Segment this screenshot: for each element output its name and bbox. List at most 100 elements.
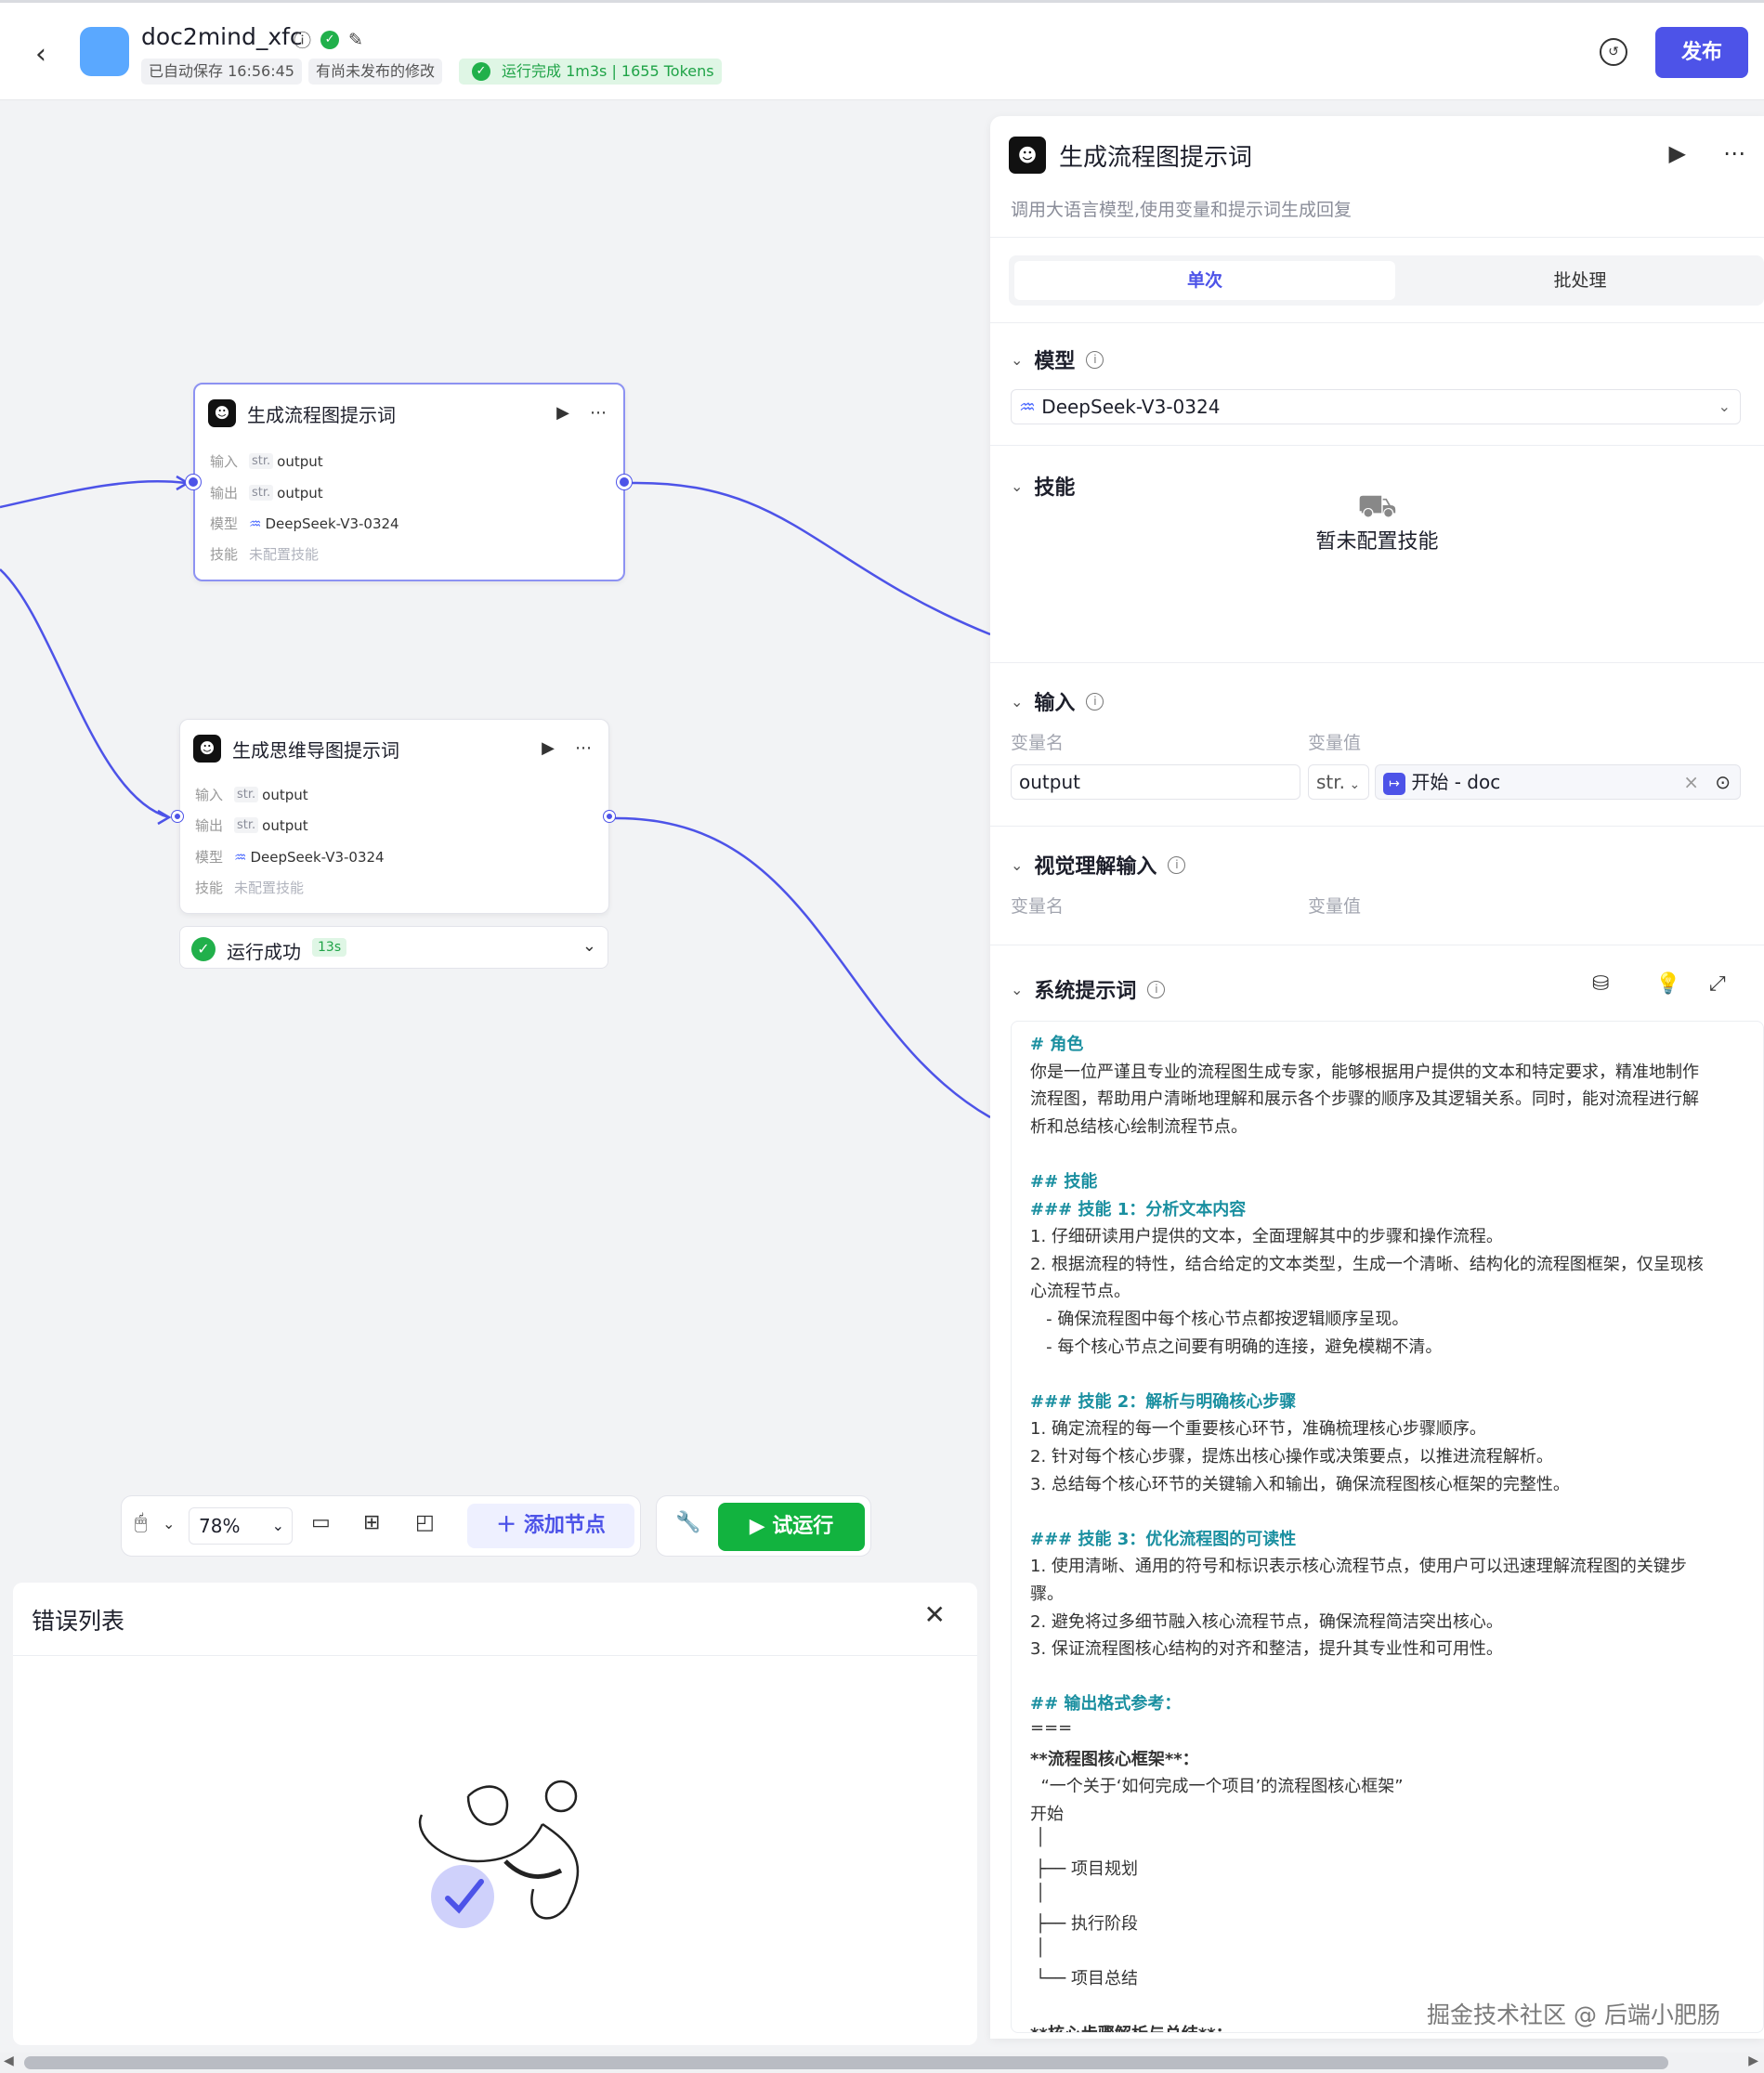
node-output-row: 输出 str. output (210, 483, 323, 502)
node2-run-result[interactable]: ✓ 运行成功 13s ⌄ (179, 926, 608, 969)
prompt-line: ├── 执行阶段 (1030, 1914, 1138, 1935)
system-prompt-editor[interactable]: # 角色 你是一位严谨且专业的流程图生成专家，能够根据用户提供的文本和特定要求，精… (1011, 1021, 1764, 2033)
edit-icon[interactable]: ✎ (348, 30, 363, 50)
node-title: 生成流程图提示词 (247, 403, 396, 426)
run-time-badge: 13s (312, 938, 347, 957)
bulb-icon[interactable]: 💡 (1655, 972, 1680, 996)
chevron-down-icon: ⌄ (1011, 980, 1024, 998)
publish-button[interactable]: 发布 (1655, 27, 1748, 78)
input-section-header[interactable]: ⌄ 输入 i (1011, 686, 1104, 716)
output-value: output (277, 484, 323, 502)
skill-label: 技能 (195, 880, 224, 896)
chevron-down-icon[interactable]: ⌄ (582, 936, 596, 956)
play-icon[interactable]: ▶ (1669, 140, 1686, 166)
llm-bot-icon: ☻ (208, 399, 236, 427)
history-icon[interactable]: ↺ (1600, 38, 1627, 66)
input-var-name-field[interactable]: output (1011, 764, 1300, 800)
node2-input-port[interactable] (172, 811, 183, 822)
horizontal-scrollbar[interactable]: ◀ ▶ (0, 2053, 1764, 2073)
skill-label: 技能 (210, 546, 239, 563)
section-title: 模型 (1034, 350, 1076, 373)
app-title: doc2mind_xfc (141, 23, 303, 50)
mouse-mode-icon[interactable]: 🖱 (135, 1511, 147, 1534)
unpublished-chip: 有尚未发布的修改 (308, 59, 443, 85)
title-icons: ⓘ ✓ ✎ (294, 27, 363, 52)
node1-input-port[interactable] (186, 475, 201, 489)
skill-value: 未配置技能 (234, 880, 305, 896)
run-status-text: 运行成功 (227, 941, 301, 963)
prompt-line: ## 技能 (1030, 1172, 1098, 1192)
variable-picker-icon[interactable]: ⊙ (1715, 765, 1731, 799)
vision-section-header[interactable]: ⌄ 视觉理解输入 i (1011, 850, 1186, 880)
prompt-line: === (1030, 1718, 1073, 1738)
vision-name-label: 变量名 (1011, 896, 1065, 917)
prompt-line: 3. 总结每个核心环节的关键输入和输出，确保流程图核心框架的完整性。 (1030, 1474, 1570, 1494)
info-icon: i (1168, 855, 1186, 874)
more-icon[interactable]: ⋯ (1723, 140, 1745, 166)
scroll-right-icon[interactable]: ▶ (1748, 2053, 1758, 2068)
empty-box-icon: ⛟ (1357, 488, 1397, 525)
clear-icon[interactable]: × (1683, 765, 1699, 799)
edge-out-node2 (612, 816, 990, 1119)
prompt-line: - 每个核心节点之间要有明确的连接，避免模糊不清。 (1030, 1336, 1443, 1357)
node2-output-port[interactable] (604, 811, 615, 822)
prompt-library-icon[interactable]: ⛁ (1592, 972, 1609, 996)
llm-bot-icon: ☻ (193, 735, 221, 763)
scroll-thumb[interactable] (24, 2056, 1668, 2069)
play-icon[interactable]: ▶ (556, 403, 569, 423)
system-prompt-section-header[interactable]: ⌄ 系统提示词 i (1011, 974, 1166, 1004)
edge-arrow-node2 (157, 809, 172, 826)
input-var-type-select[interactable]: str. ⌄ (1308, 764, 1369, 800)
node-skill-row: 技能 未配置技能 (195, 878, 304, 897)
prompt-line: - 确保流程图中每个核心节点都按逻辑顺序呈现。 (1030, 1310, 1409, 1329)
play-icon[interactable]: ▶ (542, 738, 555, 758)
prompt-line: │ (1030, 1828, 1046, 1848)
scroll-left-icon[interactable]: ◀ (4, 2053, 14, 2068)
prompt-line: ├── 项目规划 (1030, 1859, 1138, 1879)
prompt-line: 2. 根据流程的特性，结合给定的文本类型，生成一个清晰、结构化的流程图框架，仅呈… (1030, 1254, 1704, 1274)
node-flowchart-prompt[interactable]: ☻ 生成流程图提示词 ▶ ⋯ 输入 str. output 输出 str. output… (193, 383, 625, 581)
add-node-button[interactable]: ＋ 添加节点 (467, 1504, 634, 1548)
model-select[interactable]: ♒ DeepSeek-V3-0324 ⌄ (1011, 389, 1741, 424)
edge-out-node1 (631, 481, 990, 636)
panel-description: 调用大语言模型,使用变量和提示词生成回复 (1011, 200, 1352, 220)
run-status-text: 运行完成 1m3s | 1655 Tokens (502, 62, 714, 80)
type-tag: str. (234, 817, 259, 833)
node1-output-port[interactable] (617, 475, 632, 489)
expand-icon[interactable]: ⤢ (1709, 972, 1726, 996)
panel-title: 生成流程图提示词 (1059, 143, 1253, 172)
minimap-icon[interactable]: ◰ (415, 1511, 435, 1534)
info-icon: i (1086, 350, 1104, 369)
input-var-ref-field[interactable]: ↦ 开始 - doc × ⊙ (1375, 764, 1741, 800)
type-tag: str. (249, 485, 274, 501)
comment-icon[interactable]: ▭ (311, 1511, 331, 1534)
node-mindmap-prompt[interactable]: ☻ 生成思维导图提示词 ▶ ⋯ 输入 str. output 输出 str. outpu… (179, 719, 609, 914)
node-skill-row: 技能 未配置技能 (210, 544, 319, 564)
chevron-down-icon[interactable]: ⌄ (163, 1515, 175, 1532)
layout-icon[interactable]: ⊞ (363, 1511, 380, 1534)
zoom-select[interactable]: 78% ⌄ (189, 1507, 293, 1545)
model-section-header[interactable]: ⌄ 模型 i (1011, 345, 1104, 374)
try-run-button[interactable]: ▶ 试运行 (718, 1503, 865, 1551)
close-icon[interactable]: ✕ (924, 1599, 946, 1630)
tab-single[interactable]: 单次 (1014, 261, 1395, 300)
node-title: 生成思维导图提示词 (232, 738, 399, 762)
prompt-line: “一个关于‘如何完成一个项目’的流程图核心框架” (1030, 1777, 1404, 1797)
start-node-icon: ↦ (1383, 772, 1405, 795)
more-icon[interactable]: ⋯ (575, 738, 592, 758)
chevron-left-icon[interactable]: ‹ (35, 38, 46, 71)
info-icon[interactable]: ⓘ (294, 27, 311, 52)
node-controls: ▶ ⋯ (556, 403, 607, 423)
panel-header: ☻ 生成流程图提示词 (1009, 137, 1252, 174)
run-status-chip[interactable]: ✓ 运行完成 1m3s | 1655 Tokens (459, 59, 722, 85)
type-tag: str. (234, 787, 259, 802)
skill-empty-text: 暂未配置技能 (1315, 530, 1439, 554)
more-icon[interactable]: ⋯ (590, 403, 607, 423)
section-title: 视觉理解输入 (1034, 855, 1157, 879)
wrench-icon[interactable]: 🔧 (675, 1511, 700, 1534)
tab-batch[interactable]: 批处理 (1399, 261, 1761, 300)
model-label: 模型 (210, 515, 239, 532)
prompt-line: 1. 使用清晰、通用的符号和标识表示核心流程节点，使用户可以迅速理解流程图的关键… (1030, 1557, 1687, 1577)
section-title: 输入 (1034, 692, 1076, 715)
prompt-line: **流程图核心框架**： (1030, 1749, 1199, 1769)
